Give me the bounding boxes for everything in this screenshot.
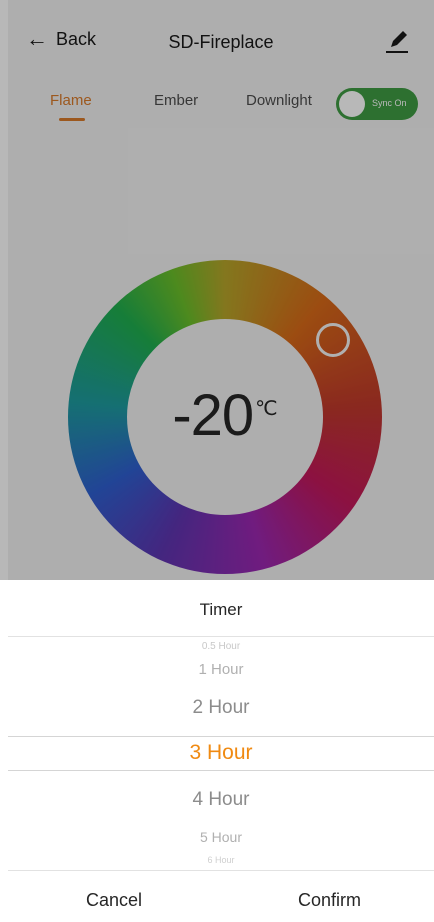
picker-option-selected[interactable]: 3 Hour — [8, 741, 434, 765]
selection-line-top — [8, 736, 434, 737]
picker-option[interactable]: 4 Hour — [8, 789, 434, 811]
sheet-title: Timer — [199, 600, 243, 619]
picker-option[interactable]: 5 Hour — [8, 829, 434, 845]
picker-option[interactable]: 6 Hour — [8, 855, 434, 865]
cancel-button[interactable]: Cancel — [86, 890, 142, 911]
confirm-button[interactable]: Confirm — [298, 890, 361, 911]
selection-line-bottom — [8, 770, 434, 771]
picker-option[interactable]: 1 Hour — [8, 661, 434, 678]
picker-option[interactable]: 2 Hour — [8, 697, 434, 719]
divider — [8, 870, 434, 871]
picker-option[interactable]: 0.5 Hour — [8, 641, 434, 652]
modal-backdrop[interactable] — [0, 0, 434, 580]
timer-picker[interactable]: 0.5 Hour 1 Hour 2 Hour 3 Hour 4 Hour 5 H… — [8, 637, 434, 869]
timer-sheet: Timer 0.5 Hour 1 Hour 2 Hour 3 Hour 4 Ho… — [8, 580, 434, 922]
